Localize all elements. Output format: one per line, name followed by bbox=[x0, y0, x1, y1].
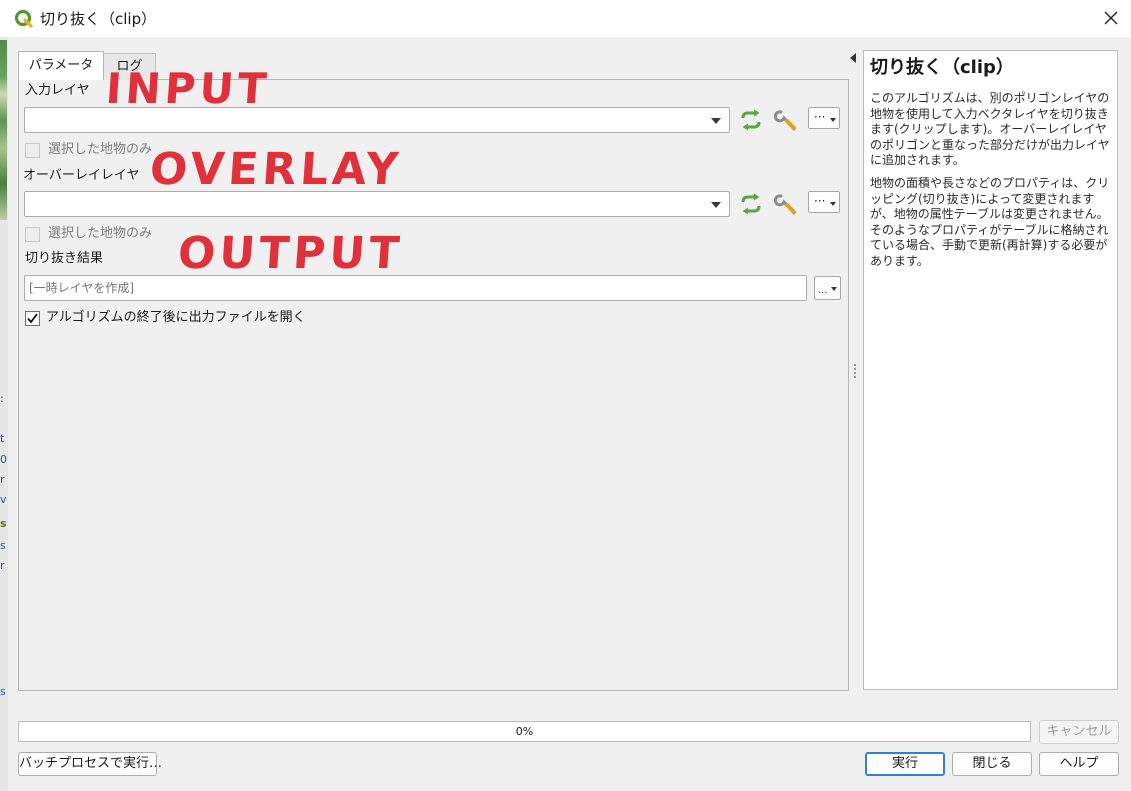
annotation-output: OUTPUT bbox=[176, 228, 405, 279]
cancel-button[interactable]: キャンセル bbox=[1039, 720, 1119, 744]
chevron-down-icon bbox=[830, 118, 836, 122]
advanced-options-input-button[interactable] bbox=[773, 107, 799, 133]
help-paragraph-2: 地物の面積や長さなどのプロパティは、クリッピング(切り抜き)によって変更されます… bbox=[870, 176, 1110, 268]
help-title: 切り抜く（clip） bbox=[870, 57, 1014, 78]
background-text-fragment: t bbox=[0, 432, 5, 445]
annotation-input: INPUT bbox=[104, 64, 273, 113]
annotation-overlay: OVERLAY bbox=[148, 144, 404, 195]
dialog-title: 切り抜く（clip） bbox=[40, 10, 157, 28]
background-text-fragment: : bbox=[0, 392, 4, 405]
dialog-titlebar bbox=[0, 0, 1131, 37]
wrench-icon bbox=[774, 194, 796, 215]
chevron-down-icon bbox=[711, 202, 721, 208]
help-paragraph-1: このアルゴリズムは、別のポリゴンレイヤの地物を使用して入力ベクタレイヤを切り抜き… bbox=[870, 91, 1110, 167]
open-output-label: アルゴリズムの終了後に出力ファイルを開く bbox=[46, 310, 306, 325]
qgis-logo-icon bbox=[14, 9, 34, 29]
input-selected-only-label: 選択した地物のみ bbox=[48, 142, 153, 157]
iterate-input-button[interactable] bbox=[738, 107, 764, 133]
input-layer-more-button[interactable]: ··· bbox=[808, 107, 840, 129]
collapse-help-arrow-icon[interactable] bbox=[850, 53, 856, 63]
iterate-layer-icon bbox=[741, 109, 761, 131]
progress-text: 0% bbox=[515, 725, 534, 738]
close-button[interactable]: 閉じる bbox=[952, 752, 1032, 776]
wrench-icon bbox=[774, 110, 796, 131]
iterate-layer-icon bbox=[741, 193, 761, 215]
overlay-selected-only-label: 選択した地物のみ bbox=[48, 226, 153, 241]
chevron-down-icon bbox=[830, 202, 836, 206]
output-label: 切り抜き結果 bbox=[25, 251, 104, 266]
tab-parameters[interactable]: パラメータ bbox=[18, 51, 104, 80]
progress-bar: 0% bbox=[18, 721, 1031, 742]
background-text-fragment: s bbox=[0, 517, 7, 530]
output-browse-button[interactable]: ... bbox=[814, 276, 841, 300]
ellipsis-icon: ... bbox=[818, 285, 828, 296]
background-text-fragment: v bbox=[0, 493, 7, 506]
background-text-fragment: r bbox=[0, 559, 5, 572]
background-text-fragment: 0 bbox=[0, 453, 7, 466]
advanced-options-overlay-button[interactable] bbox=[773, 191, 799, 217]
chevron-down-icon bbox=[711, 118, 721, 124]
run-button[interactable]: 実行 bbox=[865, 752, 945, 776]
overlay-layer-more-button[interactable]: ··· bbox=[808, 191, 840, 213]
splitter-handle[interactable] bbox=[854, 364, 856, 378]
output-path-input[interactable] bbox=[24, 275, 807, 301]
iterate-overlay-button[interactable] bbox=[738, 191, 764, 217]
parameters-panel bbox=[18, 79, 849, 691]
background-map-thumbnail bbox=[0, 40, 7, 220]
background-text-fragment: s bbox=[0, 539, 6, 552]
batch-process-button[interactable]: バッチプロセスで実行… bbox=[18, 752, 162, 776]
input-selected-only-checkbox[interactable] bbox=[25, 143, 40, 158]
overlay-layer-label: オーバーレイレイヤ bbox=[23, 168, 140, 183]
close-window-button[interactable] bbox=[1096, 3, 1126, 33]
close-icon bbox=[1104, 11, 1118, 25]
ellipsis-icon: ··· bbox=[814, 110, 826, 124]
chevron-down-icon bbox=[831, 287, 837, 291]
checkmark-icon bbox=[27, 313, 38, 324]
help-button[interactable]: ヘルプ bbox=[1039, 752, 1119, 776]
background-text-fragment: r bbox=[0, 473, 5, 486]
ellipsis-icon: ··· bbox=[814, 194, 826, 208]
open-output-checkbox[interactable] bbox=[25, 311, 40, 326]
background-text-fragment: s bbox=[0, 685, 6, 698]
overlay-selected-only-checkbox[interactable] bbox=[25, 227, 40, 242]
input-layer-label: 入力レイヤ bbox=[25, 83, 90, 98]
